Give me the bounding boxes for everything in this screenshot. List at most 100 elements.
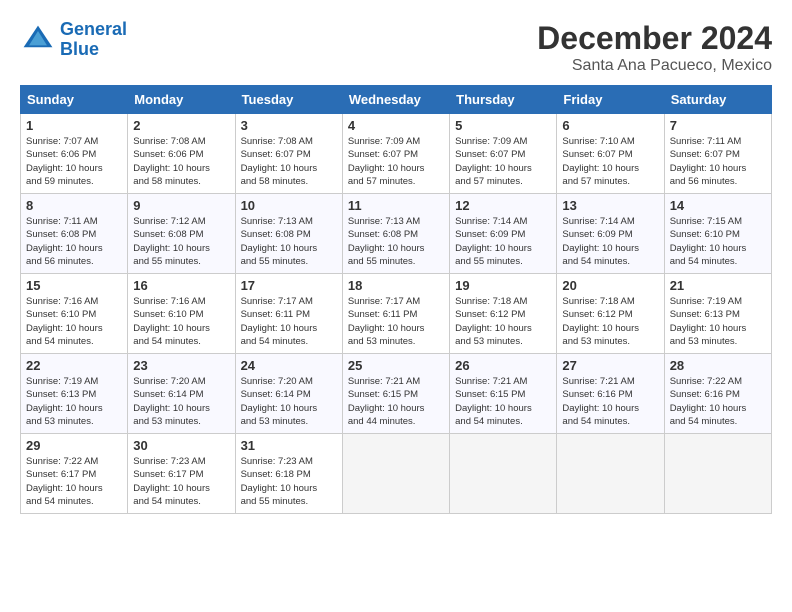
day-cell: 29Sunrise: 7:22 AM Sunset: 6:17 PM Dayli… <box>21 434 128 514</box>
day-info: Sunrise: 7:14 AM Sunset: 6:09 PM Dayligh… <box>562 215 658 268</box>
calendar-table: SundayMondayTuesdayWednesdayThursdayFrid… <box>20 85 772 514</box>
day-info: Sunrise: 7:21 AM Sunset: 6:15 PM Dayligh… <box>455 375 551 428</box>
day-info: Sunrise: 7:20 AM Sunset: 6:14 PM Dayligh… <box>241 375 337 428</box>
day-cell: 7 Sunrise: 7:11 AM Sunset: 6:07 PM Daylig… <box>664 114 771 194</box>
day-info: Sunrise: 7:11 AM Sunset: 6:08 PM Dayligh… <box>26 215 122 268</box>
header-sunday: Sunday <box>21 86 128 114</box>
day-cell: 21 Sunrise: 7:19 AM Sunset: 6:13 PM Dayli… <box>664 274 771 354</box>
day-cell: 8 Sunrise: 7:11 AM Sunset: 6:08 PM Daylig… <box>21 194 128 274</box>
day-cell: 1 Sunrise: 7:07 AM Sunset: 6:06 PM Daylig… <box>21 114 128 194</box>
header-row: SundayMondayTuesdayWednesdayThursdayFrid… <box>21 86 772 114</box>
day-cell: 17 Sunrise: 7:17 AM Sunset: 6:11 PM Dayli… <box>235 274 342 354</box>
day-cell: 9Sunrise: 7:12 AM Sunset: 6:08 PM Daylig… <box>128 194 235 274</box>
day-info: Sunrise: 7:12 AM Sunset: 6:08 PM Dayligh… <box>133 215 229 268</box>
day-info: Sunrise: 7:19 AM Sunset: 6:13 PM Dayligh… <box>26 375 122 428</box>
header: General Blue December 2024 Santa Ana Pac… <box>20 20 772 75</box>
day-cell <box>664 434 771 514</box>
day-number: 21 <box>670 278 766 293</box>
logo-line2: Blue <box>60 39 99 59</box>
day-cell: 12Sunrise: 7:14 AM Sunset: 6:09 PM Dayli… <box>450 194 557 274</box>
day-info: Sunrise: 7:18 AM Sunset: 6:12 PM Dayligh… <box>455 295 551 348</box>
day-cell: 28Sunrise: 7:22 AM Sunset: 6:16 PM Dayli… <box>664 354 771 434</box>
day-number: 11 <box>348 198 444 213</box>
day-number: 17 <box>241 278 337 293</box>
day-cell: 27Sunrise: 7:21 AM Sunset: 6:16 PM Dayli… <box>557 354 664 434</box>
day-cell <box>450 434 557 514</box>
day-number: 30 <box>133 438 229 453</box>
day-info: Sunrise: 7:13 AM Sunset: 6:08 PM Dayligh… <box>348 215 444 268</box>
day-cell: 15 Sunrise: 7:16 AM Sunset: 6:10 PM Dayli… <box>21 274 128 354</box>
day-cell: 18Sunrise: 7:17 AM Sunset: 6:11 PM Dayli… <box>342 274 449 354</box>
week-row-1: 1 Sunrise: 7:07 AM Sunset: 6:06 PM Daylig… <box>21 114 772 194</box>
day-info: Sunrise: 7:14 AM Sunset: 6:09 PM Dayligh… <box>455 215 551 268</box>
day-number: 15 <box>26 278 122 293</box>
day-cell: 22 Sunrise: 7:19 AM Sunset: 6:13 PM Dayli… <box>21 354 128 434</box>
day-number: 31 <box>241 438 337 453</box>
day-number: 19 <box>455 278 551 293</box>
week-row-4: 22 Sunrise: 7:19 AM Sunset: 6:13 PM Dayli… <box>21 354 772 434</box>
header-monday: Monday <box>128 86 235 114</box>
day-number: 13 <box>562 198 658 213</box>
header-saturday: Saturday <box>664 86 771 114</box>
day-info: Sunrise: 7:16 AM Sunset: 6:10 PM Dayligh… <box>26 295 122 348</box>
day-cell: 13 Sunrise: 7:14 AM Sunset: 6:09 PM Dayli… <box>557 194 664 274</box>
day-cell: 4 Sunrise: 7:09 AM Sunset: 6:07 PM Daylig… <box>342 114 449 194</box>
day-info: Sunrise: 7:17 AM Sunset: 6:11 PM Dayligh… <box>241 295 337 348</box>
week-row-2: 8 Sunrise: 7:11 AM Sunset: 6:08 PM Daylig… <box>21 194 772 274</box>
day-number: 10 <box>241 198 337 213</box>
day-number: 6 <box>562 118 658 133</box>
day-info: Sunrise: 7:21 AM Sunset: 6:15 PM Dayligh… <box>348 375 444 428</box>
day-info: Sunrise: 7:19 AM Sunset: 6:13 PM Dayligh… <box>670 295 766 348</box>
day-info: Sunrise: 7:13 AM Sunset: 6:08 PM Dayligh… <box>241 215 337 268</box>
day-info: Sunrise: 7:18 AM Sunset: 6:12 PM Dayligh… <box>562 295 658 348</box>
day-number: 8 <box>26 198 122 213</box>
day-number: 20 <box>562 278 658 293</box>
header-wednesday: Wednesday <box>342 86 449 114</box>
day-info: Sunrise: 7:23 AM Sunset: 6:17 PM Dayligh… <box>133 455 229 508</box>
location-title: Santa Ana Pacueco, Mexico <box>537 57 772 75</box>
header-tuesday: Tuesday <box>235 86 342 114</box>
header-thursday: Thursday <box>450 86 557 114</box>
day-number: 28 <box>670 358 766 373</box>
day-cell: 19 Sunrise: 7:18 AM Sunset: 6:12 PM Dayli… <box>450 274 557 354</box>
day-cell: 31Sunrise: 7:23 AM Sunset: 6:18 PM Dayli… <box>235 434 342 514</box>
day-number: 3 <box>241 118 337 133</box>
day-number: 1 <box>26 118 122 133</box>
day-info: Sunrise: 7:11 AM Sunset: 6:07 PM Dayligh… <box>670 135 766 188</box>
logo: General Blue <box>20 20 127 60</box>
day-number: 4 <box>348 118 444 133</box>
day-info: Sunrise: 7:22 AM Sunset: 6:17 PM Dayligh… <box>26 455 122 508</box>
day-number: 7 <box>670 118 766 133</box>
month-title: December 2024 <box>537 20 772 57</box>
day-info: Sunrise: 7:07 AM Sunset: 6:06 PM Dayligh… <box>26 135 122 188</box>
day-number: 25 <box>348 358 444 373</box>
day-cell: 14Sunrise: 7:15 AM Sunset: 6:10 PM Dayli… <box>664 194 771 274</box>
day-info: Sunrise: 7:10 AM Sunset: 6:07 PM Dayligh… <box>562 135 658 188</box>
day-cell: 20 Sunrise: 7:18 AM Sunset: 6:12 PM Dayli… <box>557 274 664 354</box>
day-cell <box>342 434 449 514</box>
day-cell: 10 Sunrise: 7:13 AM Sunset: 6:08 PM Dayli… <box>235 194 342 274</box>
day-number: 23 <box>133 358 229 373</box>
day-cell: 2Sunrise: 7:08 AM Sunset: 6:06 PM Daylig… <box>128 114 235 194</box>
day-info: Sunrise: 7:20 AM Sunset: 6:14 PM Dayligh… <box>133 375 229 428</box>
day-cell: 3Sunrise: 7:08 AM Sunset: 6:07 PM Daylig… <box>235 114 342 194</box>
day-number: 22 <box>26 358 122 373</box>
day-cell: 23 Sunrise: 7:20 AM Sunset: 6:14 PM Dayli… <box>128 354 235 434</box>
header-friday: Friday <box>557 86 664 114</box>
day-cell: 30 Sunrise: 7:23 AM Sunset: 6:17 PM Dayli… <box>128 434 235 514</box>
logo-text: General Blue <box>60 20 127 60</box>
week-row-5: 29Sunrise: 7:22 AM Sunset: 6:17 PM Dayli… <box>21 434 772 514</box>
day-number: 5 <box>455 118 551 133</box>
day-number: 2 <box>133 118 229 133</box>
day-number: 24 <box>241 358 337 373</box>
day-number: 14 <box>670 198 766 213</box>
title-area: December 2024 Santa Ana Pacueco, Mexico <box>537 20 772 75</box>
day-number: 18 <box>348 278 444 293</box>
day-cell: 16Sunrise: 7:16 AM Sunset: 6:10 PM Dayli… <box>128 274 235 354</box>
day-number: 16 <box>133 278 229 293</box>
day-number: 27 <box>562 358 658 373</box>
day-cell: 26Sunrise: 7:21 AM Sunset: 6:15 PM Dayli… <box>450 354 557 434</box>
logo-line1: General <box>60 19 127 39</box>
day-info: Sunrise: 7:09 AM Sunset: 6:07 PM Dayligh… <box>348 135 444 188</box>
day-cell: 6 Sunrise: 7:10 AM Sunset: 6:07 PM Daylig… <box>557 114 664 194</box>
